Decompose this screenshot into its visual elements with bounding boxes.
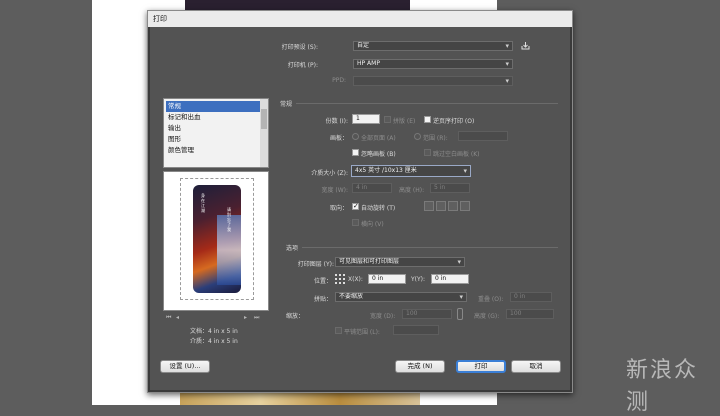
tile-range-input[interactable] [393, 325, 439, 335]
copies-label: 份数 (I): [325, 118, 348, 125]
transverse-checkbox[interactable] [352, 219, 359, 226]
x-input[interactable]: 0 in [368, 274, 406, 284]
category-scrollbar-thumb[interactable] [261, 109, 267, 129]
section-options-title: 选项 [286, 245, 299, 252]
orientation-label: 取向： [329, 205, 348, 212]
ppd-select[interactable] [353, 76, 513, 86]
tile-range-checkbox[interactable] [335, 327, 342, 334]
watermark-logo: 新浪众测 [626, 358, 699, 415]
preset-label: 打印预设 (S): [281, 44, 318, 51]
height-label: 高度 (H): [399, 187, 425, 194]
preset-select[interactable]: 自定 [353, 41, 513, 51]
scale-width-input[interactable]: 100 [402, 309, 452, 319]
document-size: 文档：4 in x 5 in [190, 328, 238, 335]
width-label: 宽度 (W): [321, 187, 348, 194]
transverse-label: 横向 (V) [361, 221, 384, 228]
ppd-label: PPD: [332, 77, 346, 84]
artwork-text-right: 请别忘了我 [227, 207, 231, 232]
range-label: 范围 (R): [423, 135, 448, 142]
media-size-info: 介质：4 in x 5 in [190, 338, 238, 345]
overlap-label: 重叠 (O): [478, 296, 504, 303]
height-input[interactable]: 5 in [430, 183, 470, 193]
tiling-label: 拼贴： [313, 296, 332, 303]
media-size-select[interactable]: 4x5 英寸 /10x13 厘米 [351, 165, 471, 177]
category-color-management[interactable]: 颜色管理 [166, 145, 260, 156]
save-preset-icon[interactable] [521, 41, 530, 50]
print-layers-select[interactable]: 可见图层和可打印图层 [335, 257, 465, 267]
print-button[interactable]: 打印 [456, 360, 506, 373]
dialog-titlebar[interactable]: 打印 [148, 11, 572, 27]
landscape-orientation-icon[interactable] [436, 201, 446, 211]
portrait-orientation-icon[interactable] [424, 201, 434, 211]
scale-height-input[interactable]: 100 [506, 309, 554, 319]
section-general-title: 常规 [280, 101, 293, 108]
artwork-text-left: 身在江湖 [201, 193, 205, 213]
scale-label: 缩放： [286, 313, 305, 320]
section-divider [302, 247, 558, 248]
collate-checkbox[interactable] [384, 116, 391, 123]
collate-label: 拼版 (E) [393, 118, 416, 125]
printer-label: 打印机 (P): [287, 62, 318, 69]
setup-button[interactable]: 设置 (U)... [160, 360, 210, 373]
tiling-select[interactable]: 不要缩放 [335, 292, 467, 302]
category-graphics[interactable]: 图形 [166, 134, 260, 145]
last-page-icon[interactable]: ⏭ [254, 314, 259, 322]
media-size-label: 介质大小 (Z): [311, 170, 348, 177]
reverse-order-label: 逆页序打印 (O) [433, 118, 475, 125]
y-input[interactable]: 0 in [431, 274, 469, 284]
constrain-proportions-icon[interactable] [457, 308, 463, 320]
auto-rotate-checkbox[interactable] [352, 202, 359, 210]
overlap-input[interactable]: 0 in [510, 292, 552, 302]
prev-page-icon[interactable]: ◂ [176, 314, 179, 321]
poster-artwork-bottom [180, 392, 420, 405]
placement-label: 位置： [313, 278, 332, 285]
scale-height-label: 高度 (G): [474, 313, 500, 320]
category-general[interactable]: 常规 [166, 101, 260, 112]
category-output[interactable]: 输出 [166, 123, 260, 134]
all-pages-radio[interactable] [352, 133, 359, 140]
range-input[interactable] [458, 131, 508, 141]
skip-blank-label: 跳过空白画板 (K) [433, 151, 480, 158]
skip-blank-checkbox[interactable] [424, 149, 431, 156]
reverse-order-checkbox[interactable] [424, 116, 431, 123]
print-layers-label: 打印图层 (Y): [297, 261, 334, 268]
artboard-label: 画板： [329, 135, 348, 142]
category-list: 常规 标记和出血 输出 图形 颜色管理 [163, 98, 269, 168]
print-preview[interactable]: 身在江湖 请别忘了我 [163, 171, 269, 311]
ignore-artboards-checkbox[interactable] [352, 149, 359, 156]
copies-input[interactable]: 1 [352, 114, 380, 124]
portrait-flipped-icon[interactable] [448, 201, 458, 211]
done-button[interactable]: 完成 (N) [395, 360, 445, 373]
auto-rotate-label: 自动旋转 (T) [361, 205, 396, 212]
ignore-artboards-label: 忽略画板 (B) [361, 151, 396, 158]
all-pages-label: 全部页面 (A) [361, 135, 396, 142]
landscape-flipped-icon[interactable] [460, 201, 470, 211]
print-dialog: 打印 打印预设 (S): 自定 打印机 (P): HP AMP PPD: 常规 … [147, 10, 573, 393]
section-divider [296, 103, 558, 104]
scale-width-label: 宽度 (D): [370, 313, 396, 320]
cancel-button[interactable]: 取消 [511, 360, 561, 373]
tile-range-label: 平铺范围 (L): [344, 329, 380, 336]
preview-navigation: ⏮ ◂ ▸ ⏭ [164, 314, 270, 322]
placement-grid-icon[interactable] [335, 274, 345, 284]
preview-artwork: 身在江湖 请别忘了我 [193, 185, 241, 293]
next-page-icon[interactable]: ▸ [244, 314, 247, 321]
range-radio[interactable] [414, 133, 421, 140]
dialog-title: 打印 [153, 15, 167, 23]
x-label: X(X): [348, 276, 363, 283]
printer-select[interactable]: HP AMP [353, 59, 513, 69]
y-label: Y(Y): [411, 276, 426, 283]
width-input[interactable]: 4 in [352, 183, 392, 193]
category-marks-bleed[interactable]: 标记和出血 [166, 112, 260, 123]
first-page-icon[interactable]: ⏮ [166, 314, 171, 322]
